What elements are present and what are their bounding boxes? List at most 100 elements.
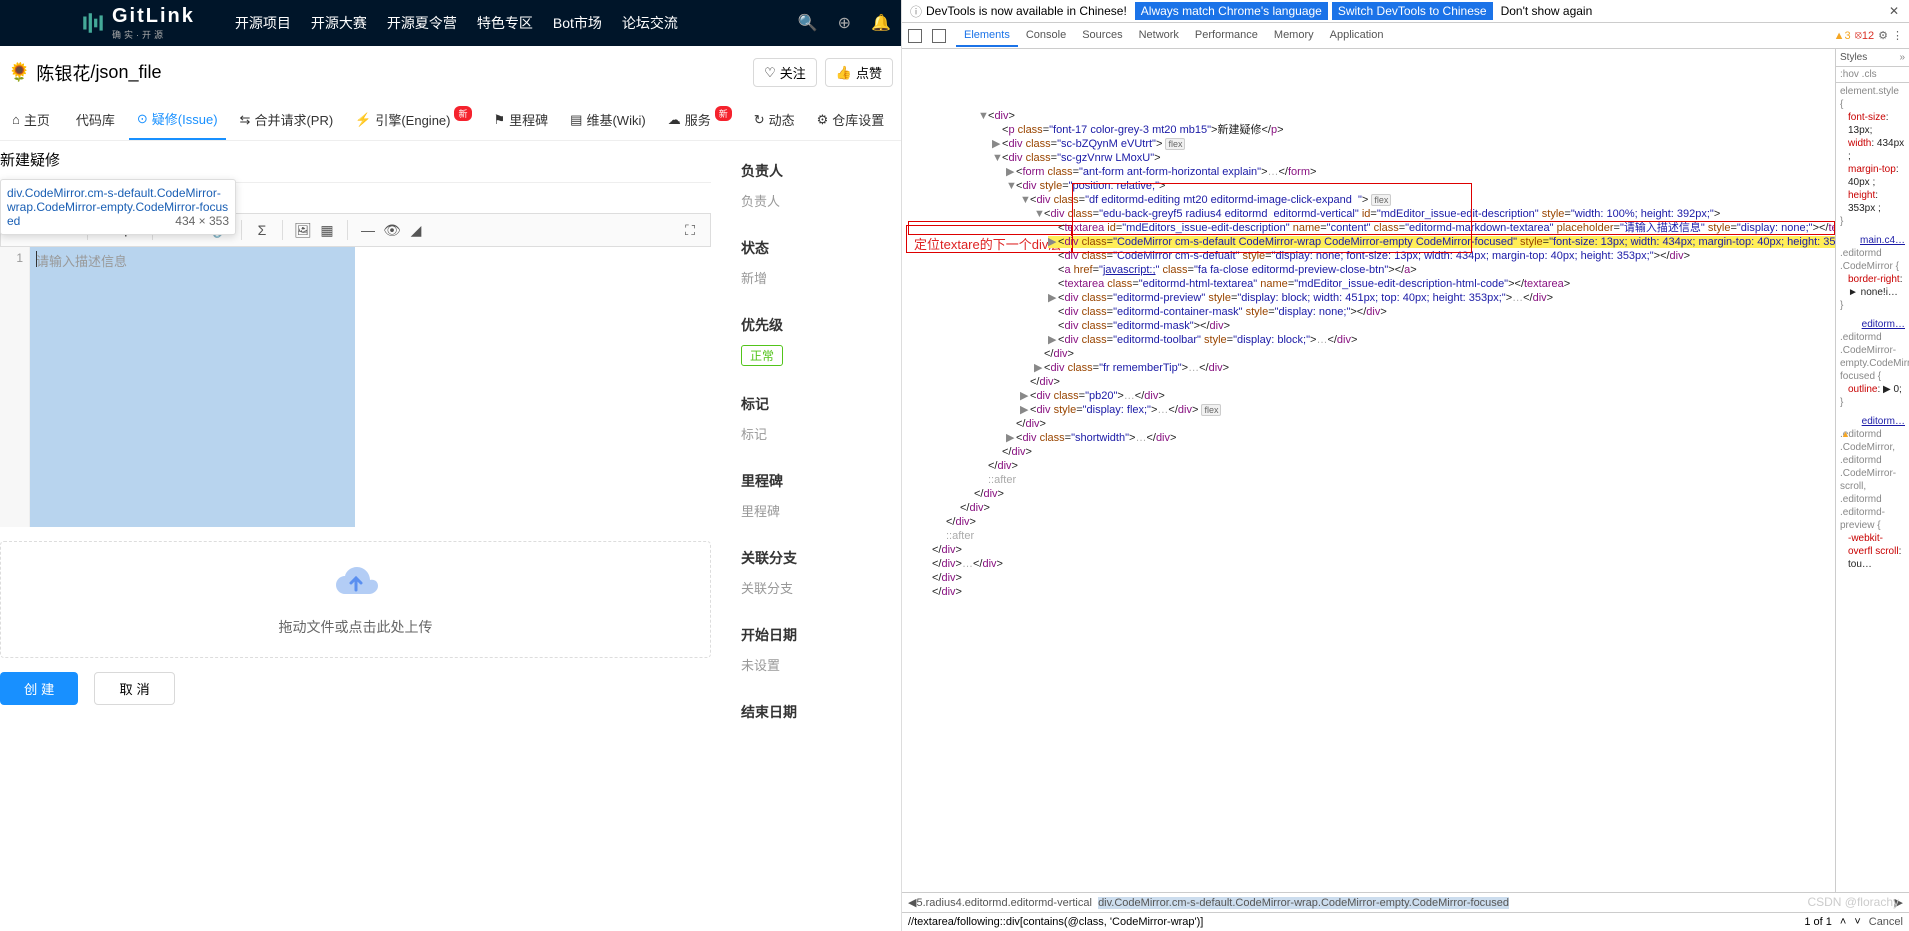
dom-node[interactable]: ▶<div class="pb20">…</div>	[908, 389, 1835, 403]
branch-header[interactable]: 关联分支	[741, 548, 885, 568]
inspect-icon[interactable]	[908, 29, 922, 43]
tab-wiki[interactable]: ▤维基(Wiki)	[562, 99, 654, 140]
star-button[interactable]: 👍点赞	[825, 58, 893, 87]
dom-breadcrumb[interactable]: ◀ 5.radius4.editormd.editormd-vertical d…	[902, 892, 1909, 912]
dom-node[interactable]: ▶<div class="editormd-toolbar" style="di…	[908, 333, 1835, 347]
devtools-tab-application[interactable]: Application	[1322, 25, 1392, 47]
nav-item[interactable]: 开源夏令营	[387, 13, 457, 33]
enddate-header[interactable]: 结束日期	[741, 702, 885, 722]
tab-act[interactable]: ↻动态	[746, 99, 803, 140]
follow-button[interactable]: ♡关注	[753, 58, 817, 87]
tab-home[interactable]: ⌂主页	[4, 99, 58, 140]
image-button[interactable]: 🖼	[291, 218, 315, 242]
hr-button[interactable]: —	[356, 218, 380, 242]
logo[interactable]: GitLink确实·开源	[80, 5, 195, 41]
preview-button[interactable]: 👁	[380, 218, 404, 242]
fullscreen-button[interactable]: ⛶	[678, 218, 702, 242]
more-icon[interactable]: »	[1899, 52, 1905, 63]
tab-engine[interactable]: ⚡引擎(Engine)新	[347, 99, 479, 140]
crumb-segment-active[interactable]: div.CodeMirror.cm-s-default.CodeMirror-w…	[1098, 897, 1509, 909]
devtools-tab-console[interactable]: Console	[1018, 25, 1074, 47]
upload-dropzone[interactable]: 拖动文件或点击此处上传	[0, 541, 711, 658]
tab-issue[interactable]: ⊙疑修(Issue)	[129, 99, 226, 140]
table-button[interactable]: ▦	[315, 218, 339, 242]
dom-node[interactable]: <p class="font-17 color-grey-3 mt20 mb15…	[908, 123, 1835, 137]
dom-node[interactable]: <a href="javascript:;" class="fa fa-clos…	[908, 263, 1835, 277]
dom-node[interactable]: <div class="editormd-mask"></div>	[908, 319, 1835, 333]
dom-node[interactable]: ▶<div class="shortwidth">…</div>	[908, 431, 1835, 445]
nav-item[interactable]: 开源大赛	[311, 13, 367, 33]
milestone-header[interactable]: 里程碑	[741, 471, 885, 491]
create-button[interactable]: 创 建	[0, 672, 78, 705]
dom-node[interactable]: ::after	[908, 473, 1835, 487]
nav-item[interactable]: 开源项目	[235, 13, 291, 33]
nav-item[interactable]: 论坛交流	[622, 13, 678, 33]
devtools-tab-elements[interactable]: Elements	[956, 25, 1018, 47]
device-icon[interactable]	[932, 29, 946, 43]
dom-node[interactable]: </div>	[908, 375, 1835, 389]
gear-icon[interactable]: ⚙	[1878, 29, 1888, 42]
dom-node[interactable]: </div>	[908, 487, 1835, 501]
dom-node[interactable]: </div>	[908, 571, 1835, 585]
kebab-icon[interactable]: ⋮	[1892, 29, 1903, 42]
dom-node[interactable]: </div>	[908, 501, 1835, 515]
crumb-left-arrow[interactable]: ◀	[908, 896, 916, 909]
dom-node[interactable]: </div>	[908, 347, 1835, 361]
status-header[interactable]: 状态	[741, 238, 885, 258]
dom-node[interactable]: ▼<div>	[908, 109, 1835, 123]
dom-node[interactable]: </div>	[908, 515, 1835, 529]
eraser-button[interactable]: ◢	[404, 218, 428, 242]
xpath-up[interactable]: ˄	[1840, 916, 1846, 928]
xpath-cancel[interactable]: Cancel	[1869, 916, 1903, 928]
crumb-segment[interactable]: 5.radius4.editormd.editormd-vertical	[916, 897, 1091, 909]
sigma-button[interactable]: Σ	[250, 218, 274, 242]
banner-btn-3[interactable]: Don't show again	[1501, 4, 1593, 18]
close-icon[interactable]: ✕	[1889, 4, 1899, 18]
devtools-tab-memory[interactable]: Memory	[1266, 25, 1322, 47]
devtools-tab-performance[interactable]: Performance	[1187, 25, 1266, 47]
styles-tab[interactable]: Styles	[1840, 52, 1867, 63]
crumb-user[interactable]: 陈银花	[36, 60, 90, 86]
tab-pr[interactable]: ⇆合并请求(PR)	[232, 99, 342, 140]
dom-node[interactable]: ▼<div class="sc-gzVnrw LMoxU">	[908, 151, 1835, 165]
dom-node[interactable]: <textarea class="editormd-html-textarea"…	[908, 277, 1835, 291]
styles-body[interactable]: element.style {font-size: 13px;width: 43…	[1836, 83, 1909, 579]
startdate-header[interactable]: 开始日期	[741, 625, 885, 645]
dom-node[interactable]: </div>	[908, 417, 1835, 431]
xpath-input[interactable]	[908, 916, 1796, 928]
dom-node[interactable]: ▶<div class="fr rememberTip">…</div>	[908, 361, 1835, 375]
dom-node[interactable]: </div>…</div>	[908, 557, 1835, 571]
tab-code[interactable]: 代码库	[64, 99, 123, 140]
search-icon[interactable]: 🔍	[798, 13, 818, 33]
dom-node[interactable]: </div>	[908, 585, 1835, 599]
dom-tree[interactable]: 定位textare的下一个div层 ▼<div><p class="font-1…	[902, 49, 1835, 892]
dom-node[interactable]: ▶<form class="ant-form ant-form-horizont…	[908, 165, 1835, 179]
priority-header[interactable]: 优先级	[741, 315, 885, 335]
xpath-down[interactable]: ˅	[1854, 916, 1860, 928]
tab-srv[interactable]: ☁服务新	[660, 99, 740, 140]
dom-node[interactable]: </div>	[908, 543, 1835, 557]
nav-item[interactable]: 特色专区	[477, 13, 533, 33]
dom-node[interactable]: <div class="editormd-container-mask" sty…	[908, 305, 1835, 319]
dom-node[interactable]: ▶<div style="display: flex;">…</div> fle…	[908, 403, 1835, 417]
nav-item[interactable]: Bot市场	[553, 13, 602, 33]
dom-node[interactable]: ▶<div class="editormd-preview" style="di…	[908, 291, 1835, 305]
devtools-tab-network[interactable]: Network	[1131, 25, 1187, 47]
styles-sub[interactable]: :hov .cls	[1836, 67, 1909, 83]
tab-mile[interactable]: ⚑里程碑	[486, 99, 557, 140]
banner-btn-2[interactable]: Switch DevTools to Chinese	[1332, 2, 1493, 20]
plus-icon[interactable]: ⊕	[838, 13, 851, 33]
code-editor[interactable]: 请输入描述信息	[30, 247, 355, 527]
tab-set[interactable]: ⚙仓库设置	[809, 99, 893, 140]
dom-node[interactable]: ::after	[908, 529, 1835, 543]
tag-header[interactable]: 标记	[741, 394, 885, 414]
dom-node[interactable]: </div>	[908, 445, 1835, 459]
banner-btn-1[interactable]: Always match Chrome's language	[1135, 2, 1328, 20]
cancel-button[interactable]: 取 消	[94, 672, 174, 705]
dom-node[interactable]: ▶<div class="sc-bZQynM eVUtrt"> flex	[908, 137, 1835, 151]
devtools-tab-sources[interactable]: Sources	[1074, 25, 1130, 47]
bell-icon[interactable]: 🔔	[871, 13, 891, 33]
dom-node[interactable]: </div>	[908, 459, 1835, 473]
error-badge[interactable]: ⦻12	[1855, 29, 1875, 42]
owner-header[interactable]: 负责人	[741, 161, 885, 181]
